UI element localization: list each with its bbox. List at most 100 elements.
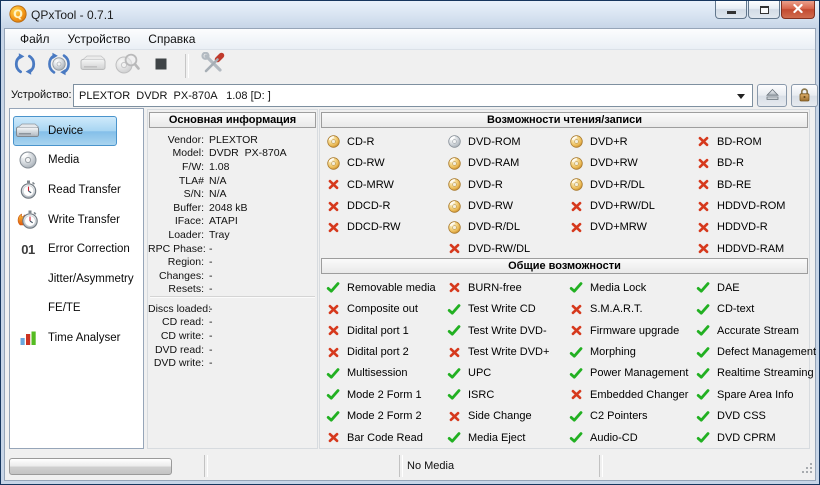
check-icon [326, 367, 340, 380]
cross-icon [569, 200, 583, 213]
check-icon [447, 367, 461, 380]
maximize-icon [759, 5, 769, 14]
minimize-button[interactable] [715, 1, 747, 19]
sidebar-item-write-transfer[interactable]: Write Transfer [13, 205, 140, 235]
lock-icon [798, 87, 811, 105]
info-row: DVD write: - [148, 356, 315, 370]
media-icon [15, 151, 41, 169]
capability-label: DVD CSS [717, 410, 766, 423]
cross-icon [447, 346, 461, 359]
toolbar-refresh-devices-button[interactable] [11, 52, 39, 80]
cap-dvd-rw: DVD-RW [447, 195, 569, 216]
close-button[interactable] [781, 1, 815, 19]
feature-embedded-changer: Embedded Changer [569, 384, 691, 405]
capability-label: Removable media [347, 281, 436, 294]
info-row: DVD read: - [148, 343, 315, 357]
feature-cd-text: CD-text [696, 298, 818, 319]
check-icon [696, 324, 710, 337]
cap-dvd-rom: DVD-ROM [447, 131, 569, 152]
toolbar-device-control-button [79, 52, 107, 80]
info-panel: Основная информация Vendor: PLEXTOR Model:… [147, 109, 318, 449]
drive-toolbar-icon [80, 53, 106, 80]
info-divider [150, 296, 315, 298]
sidebar-item-label: Device [48, 124, 84, 137]
sidebar-item-media[interactable]: Media [13, 146, 140, 176]
cap-hddvd-ram: HDDVD-RAM [696, 238, 818, 259]
cap-ddcd-r: DDCD-R [326, 195, 448, 216]
maximize-button[interactable] [748, 1, 780, 19]
capability-label: Test Write CD [468, 303, 536, 316]
menu-item-help[interactable]: Справка [139, 30, 204, 48]
info-row: IFace: ATAPI [148, 215, 315, 229]
minimize-icon [726, 10, 736, 14]
capability-label: Audio-CD [590, 431, 638, 444]
feature-removable-media: Removable media [326, 277, 448, 298]
resize-grip[interactable]: < [802, 461, 813, 479]
eject-icon [765, 88, 780, 104]
capability-column: DVD+R DVD+RW DVD+R/DL DVD+RW/DL DVD+MRW [569, 131, 691, 238]
lock-button[interactable] [791, 84, 818, 107]
cap-cd-mrw: CD-MRW [326, 174, 448, 195]
capability-column: DAE CD-text Accurate Stream Defect Manageme… [696, 277, 818, 449]
device-combo[interactable]: PLEXTOR DVDR PX-870A 1.08 [D: ] [73, 84, 753, 107]
capability-label: Firmware upgrade [590, 324, 680, 337]
info-value: PLEXTOR [209, 133, 258, 146]
check-icon [326, 410, 340, 423]
cross-icon [326, 324, 340, 337]
check-icon [569, 281, 583, 294]
app-icon[interactable]: Q [9, 5, 27, 23]
feature-media-lock: Media Lock [569, 277, 691, 298]
feature-firmware-upgrade: Firmware upgrade [569, 320, 691, 341]
info-label: Vendor: [167, 133, 204, 146]
cross-icon [447, 410, 461, 423]
sidebar-item-fe-te[interactable]: FE/TE [13, 294, 140, 324]
info-label: DVD write: [153, 357, 204, 370]
cross-icon [447, 242, 461, 255]
capability-label: Test Write DVD+ [468, 346, 550, 359]
capability-column: DVD-ROM DVD-RAM DVD-R DVD-RW DVD-R/DL DVD-RW/… [447, 131, 569, 260]
refresh-media-icon [46, 52, 72, 81]
capability-label: Test Write DVD- [468, 324, 547, 337]
toolbar-refresh-media-button[interactable] [45, 52, 73, 80]
feature-bar-code-read: Bar Code Read [326, 427, 448, 448]
disc-icon [569, 135, 583, 148]
toolbar-preferences-button[interactable] [199, 51, 227, 80]
check-icon [447, 303, 461, 316]
sidebar-item-jitter-asymmetry[interactable]: Jitter/Asymmetry [13, 264, 140, 294]
capability-label: HDDVD-RAM [717, 242, 785, 255]
info-label: CD write: [160, 329, 204, 342]
qpxtool-window: Q QPxTool - 0.7.1 Файл Устройство Справка … [0, 0, 820, 485]
menu-item-file[interactable]: Файл [11, 30, 59, 48]
feature-accurate-stream: Accurate Stream [696, 320, 818, 341]
feature-mode-2-form-1: Mode 2 Form 1 [326, 384, 448, 405]
cap-dvd-rw-dl: DVD-RW/DL [447, 238, 569, 259]
feature-media-eject: Media Eject [447, 427, 569, 448]
info-value: - [209, 357, 213, 370]
cap-cd-r: CD-R [326, 131, 448, 152]
eject-button[interactable] [757, 84, 787, 107]
cap-hddvd-r: HDDVD-R [696, 217, 818, 238]
sidebar-item-time-analyser[interactable]: Time Analyser [13, 323, 140, 353]
sidebar-item-error-correction[interactable]: 01 Error Correction [13, 234, 140, 264]
feature-side-change: Side Change [447, 406, 569, 427]
chevron-down-icon [737, 94, 745, 99]
info-row: Region: - [148, 255, 315, 269]
check-icon [696, 303, 710, 316]
capability-label: DVD-RW [468, 200, 514, 213]
cross-icon [326, 221, 340, 234]
info-value: - [209, 316, 213, 329]
capability-column: BURN-free Test Write CD Test Write DVD- Tes… [447, 277, 569, 449]
info-label: CD read: [161, 316, 204, 329]
menu-item-device[interactable]: Устройство [59, 30, 140, 48]
info-value: DVDR PX-870A [209, 147, 287, 160]
capability-label: Multisession [347, 367, 408, 380]
toolbar-stop-button[interactable] [147, 52, 175, 80]
check-icon [447, 431, 461, 444]
sidebar-item-read-transfer[interactable]: Read Transfer [13, 175, 140, 205]
refresh-icon [13, 52, 37, 81]
info-row: F/W: 1.08 [148, 160, 315, 174]
capabilities-panel: Возможности чтения/записи CD-R CD-RW CD-MR… [319, 109, 816, 449]
info-label: Model: [172, 147, 204, 160]
check-icon [569, 346, 583, 359]
sidebar-item-device[interactable]: Device [13, 116, 117, 146]
